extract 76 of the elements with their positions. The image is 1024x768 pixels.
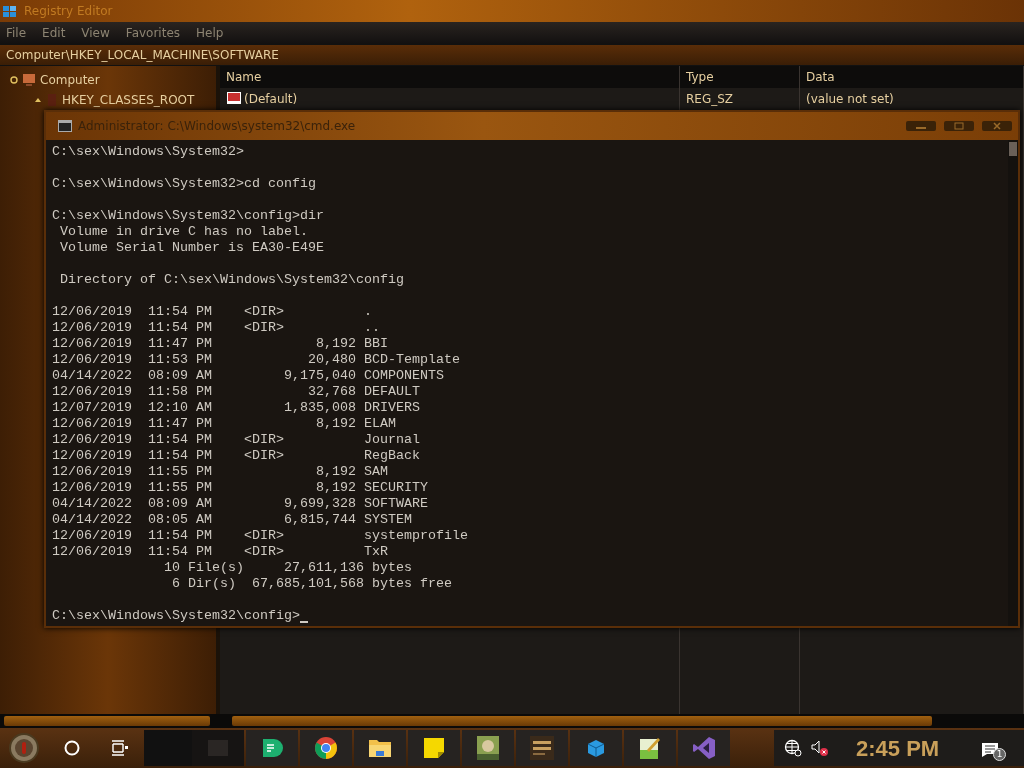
notification-button[interactable]: 1	[980, 735, 1006, 761]
chat-icon	[260, 736, 284, 760]
task-view-icon	[111, 740, 129, 756]
column-header[interactable]: Name	[220, 66, 680, 88]
console-line: 12/06/2019 11:47 PM 8,192 BBI	[52, 336, 388, 352]
console-line: C:\sex\Windows\System32>cd config	[52, 176, 316, 192]
registry-icon	[2, 3, 18, 19]
taskbar-app[interactable]	[408, 730, 460, 766]
app-icon	[530, 736, 554, 760]
console-line: 12/06/2019 11:47 PM 8,192 ELAM	[52, 416, 396, 432]
console-line: Directory of C:\sex\Windows\System32\config	[59, 272, 404, 288]
console-line: 04/14/2022 08:09 AM 9,175,040 COMPONENTS	[52, 368, 444, 384]
console-line: 12/06/2019 11:54 PM <DIR> .	[52, 304, 372, 320]
expander-icon[interactable]	[34, 96, 42, 104]
taskbar-app[interactable]	[624, 730, 676, 766]
taskbar-app[interactable]	[516, 730, 568, 766]
console-line: 12/06/2019 11:54 PM <DIR> ..	[52, 320, 380, 336]
menu-item[interactable]: Help	[196, 24, 224, 42]
value-name[interactable]: (Default)	[242, 90, 298, 108]
console-line: 12/06/2019 11:54 PM <DIR> RegBack	[52, 448, 420, 464]
text-cursor	[299, 621, 308, 623]
folder-icon	[368, 737, 392, 759]
scrollbar[interactable]	[232, 716, 932, 726]
globe-icon[interactable]	[784, 739, 802, 757]
visual-studio-icon	[692, 736, 716, 760]
expander-icon[interactable]	[10, 76, 18, 84]
circle-icon	[64, 740, 80, 756]
console-line: 6 Dir(s) 67,685,101,568 bytes free	[170, 576, 452, 592]
app-icon	[477, 736, 499, 760]
muted-speaker-icon[interactable]	[810, 739, 830, 757]
console-line: 12/06/2019 11:54 PM <DIR> TxR	[52, 544, 388, 560]
console-line: 12/06/2019 11:58 PM 32,768 DEFAULT	[52, 384, 420, 400]
menu-item[interactable]: File	[6, 24, 27, 42]
menu-item[interactable]: View	[81, 24, 110, 42]
clock[interactable]: 2:45 PM	[856, 731, 940, 765]
console-line: 12/06/2019 11:54 PM <DIR> Journal	[52, 432, 420, 448]
column-header[interactable]: Data	[800, 66, 1024, 88]
sticky-note-icon	[423, 737, 445, 759]
console-line: 12/06/2019 11:55 PM 8,192 SECURITY	[52, 480, 428, 496]
console-icon	[58, 120, 72, 132]
menu-item[interactable]: Favorites	[125, 24, 181, 42]
computer-icon	[22, 73, 36, 87]
window-title: Registry Editor	[24, 3, 113, 20]
console-line: 12/06/2019 11:55 PM 8,192 SAM	[52, 464, 388, 480]
address-bar[interactable]: Computer\HKEY_LOCAL_MACHINE\SOFTWARE	[0, 44, 1024, 66]
console-line: 12/06/2019 11:54 PM <DIR> systemprofile	[52, 528, 468, 544]
taskbar-app[interactable]	[300, 730, 352, 766]
console-line: 10 File(s) 27,611,136 bytes	[162, 560, 412, 576]
console-line: 04/14/2022 08:05 AM 6,815,744 SYSTEM	[52, 512, 412, 528]
taskbar-app[interactable]	[462, 730, 514, 766]
close-icon[interactable]	[982, 121, 1012, 131]
tree-item[interactable]: Computer	[40, 71, 100, 89]
string-value-icon	[226, 91, 242, 107]
column-header[interactable]: Type	[680, 66, 800, 88]
minimize-icon[interactable]	[906, 121, 936, 131]
console-line: Volume in drive C has no label.	[59, 224, 308, 240]
tree-item[interactable]: HKEY_CLASSES_ROOT	[62, 91, 195, 109]
console-line: Volume Serial Number is EA30-E49E	[59, 240, 324, 256]
scrollbar[interactable]	[1009, 142, 1017, 156]
console-line: 12/06/2019 11:53 PM 20,480 BCD-Template	[52, 352, 460, 368]
notepad-icon	[639, 736, 661, 760]
notification-count: 1	[993, 748, 1006, 761]
console-line: 12/07/2019 12:10 AM 1,835,008 DRIVERS	[52, 400, 420, 416]
console-line: C:\sex\Windows\System32\config>	[52, 608, 300, 624]
taskbar-app[interactable]	[246, 730, 298, 766]
menu-item[interactable]: Edit	[42, 24, 66, 42]
folder-icon	[46, 93, 58, 107]
console-line: C:\sex\Windows\System32\config>dir	[52, 208, 324, 224]
window-title: Administrator: C:\Windows\system32\cmd.exe	[78, 118, 356, 135]
console-line: 04/14/2022 08:09 AM 9,699,328 SOFTWARE	[52, 496, 428, 512]
gear-icon	[8, 732, 40, 764]
scrollbar[interactable]	[4, 716, 210, 726]
browser-icon	[314, 736, 338, 760]
taskbar-panel	[144, 730, 192, 766]
taskbar-app[interactable]	[354, 730, 406, 766]
console-line: C:\sex\Windows\System32>	[52, 144, 244, 160]
